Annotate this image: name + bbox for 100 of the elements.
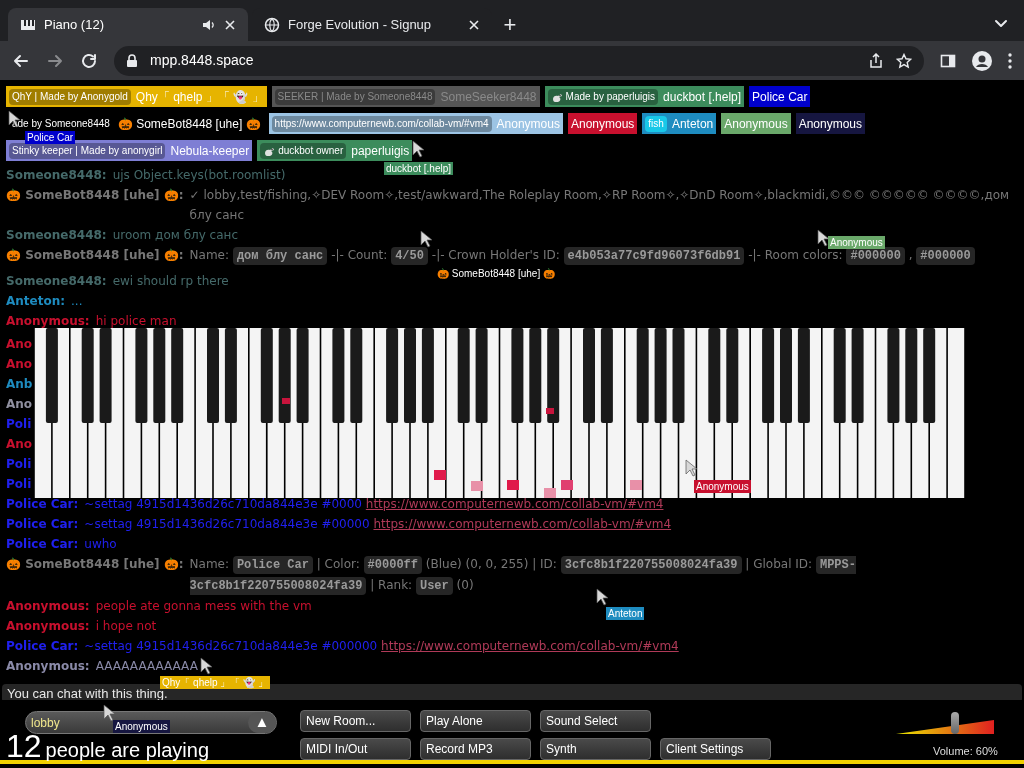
chat-username: Someone8448: xyxy=(6,167,107,184)
volume-thumb[interactable] xyxy=(950,712,959,734)
chat-username: Anonymous: xyxy=(6,598,90,615)
chat-username: Anonymous: xyxy=(6,618,90,635)
player-count: 12 xyxy=(6,732,42,760)
chat-username: Poli xyxy=(6,456,32,473)
chat-username: Someone8448: xyxy=(6,227,107,244)
cursor-name-tooltip: Anonymous xyxy=(113,720,170,733)
new-tab-button[interactable]: + xyxy=(496,8,524,41)
chat-username: Anteton: xyxy=(6,293,66,310)
reload-icon[interactable] xyxy=(80,51,98,70)
chat-username: Someone8448: xyxy=(6,273,107,290)
player-tag[interactable]: Anonymous xyxy=(795,113,865,134)
chat-username: Police Car: xyxy=(6,536,79,553)
profile-icon[interactable] xyxy=(972,50,992,71)
chevron-down-icon[interactable] xyxy=(994,19,1008,29)
chat-link[interactable]: https://www.computernewb.com/collab-vm/#vm4 xyxy=(373,517,672,531)
share-icon[interactable] xyxy=(868,52,884,69)
cursor-icon xyxy=(685,459,700,477)
chat-username: Ano xyxy=(6,356,33,373)
globe-icon xyxy=(264,16,280,33)
chat-message: ewi should rp there xyxy=(112,273,229,290)
chat-message: AAAAAAAAAAAA xyxy=(95,658,198,675)
menu-button[interactable]: New Room... xyxy=(300,710,411,732)
player-tag[interactable]: duckbot owner paperluigis xyxy=(257,140,413,161)
chat-username: 🎃 SomeBot8448 [uhe] 🎃: xyxy=(6,556,184,573)
player-tag[interactable]: https://www.computernewb.com/collab-vm/#vm4 Anonymous xyxy=(268,113,563,134)
chat-message: Name: Police Car | Color: #0000ff (Blue) (0, 0, 255) | ID: 3cfc8b1f220755008024fa39 | Global ID: MPPS-3cfc8b1f220755008024fa39 | Rank: User (0) xyxy=(189,555,857,596)
close-icon[interactable] xyxy=(468,18,480,31)
lock-icon[interactable] xyxy=(126,53,138,68)
star-icon[interactable] xyxy=(896,52,912,69)
piano-keyboard[interactable] xyxy=(34,328,965,498)
chat-username: Poli xyxy=(6,416,32,433)
player-badge: https://www.computernewb.com/collab-vm/#vm4 xyxy=(271,115,492,132)
room-toggle[interactable]: ▲ xyxy=(248,712,276,733)
cursor-icon xyxy=(412,140,427,158)
player-badge: Made by paperluigis xyxy=(547,88,659,105)
chat-username: Anb xyxy=(6,376,33,393)
tab-title: Piano (12) xyxy=(44,15,105,34)
chat-message: uwho xyxy=(84,536,117,553)
player-badge: fish xyxy=(645,115,667,132)
player-badge: QhY | Made by Anonygold xyxy=(9,88,131,105)
chat-link[interactable]: https://www.computernewb.com/collab-vm/#vm4 xyxy=(365,497,664,511)
chat-message: ujs Object.keys(bot.roomlist) xyxy=(112,167,286,184)
player-tag[interactable]: fish Anteton xyxy=(642,113,717,134)
player-tag[interactable]: Made by paperluigis duckbot [.help] xyxy=(544,86,745,107)
speaker-icon[interactable] xyxy=(202,17,216,32)
chat-username: Ano xyxy=(6,436,33,453)
chat-username: Ano xyxy=(6,336,33,353)
sidebar-icon[interactable] xyxy=(940,52,956,69)
menu-button[interactable]: Play Alone xyxy=(420,710,531,732)
chat-username: Anonymous: xyxy=(6,313,90,330)
menu-button[interactable]: Sound Select xyxy=(540,710,651,732)
chat-username: Ano xyxy=(6,396,33,413)
cursor-icon xyxy=(420,230,435,248)
chat-message: ~settag 4915d1436d26c710da844e3e #00000 https://www.computernewb.com/collab-vm/#vm4 xyxy=(84,516,672,533)
chat-username: Police Car: xyxy=(6,496,79,513)
chat-message: ~settag 4915d1436d26c710da844e3e #000000 https://www.computernewb.com/collab-vm/#vm4 xyxy=(84,638,679,655)
player-tag[interactable]: Anonymous xyxy=(567,113,638,134)
player-badge: SEEKER | Made by Someone8448 xyxy=(274,88,436,105)
chat-username: 🎃 SomeBot8448 [uhe] 🎃: xyxy=(6,187,184,204)
chat-username: Police Car: xyxy=(6,516,79,533)
chat-message: ~settag 4915d1436d26c710da844e3e #0000 https://www.computernewb.com/collab-vm/#vm4 xyxy=(84,496,664,513)
browser-tab[interactable]: Piano (12) xyxy=(8,8,248,41)
chat-message: ... xyxy=(71,293,83,310)
chat-username: Police Car: xyxy=(6,638,79,655)
chat-message: i hope not xyxy=(95,618,157,635)
menu-button[interactable]: Synth xyxy=(540,738,651,760)
tab-title: Forge Evolution - Signup xyxy=(288,15,433,34)
cursor-name-tooltip: Anonymous xyxy=(694,480,751,493)
chat-username: Anonymous: xyxy=(6,658,90,675)
chat-message: hi police man xyxy=(95,313,177,330)
player-count-label: people are playing xyxy=(45,739,210,761)
chat-message: uroom дом блу санс xyxy=(112,227,238,244)
chat-username: 🎃 SomeBot8448 [uhe] 🎃: xyxy=(6,247,184,264)
cursor-name-tooltip: Police Car xyxy=(25,131,76,144)
cursor-name-tooltip: Qhy「 qhelp 」「 👻 」 xyxy=(160,676,270,689)
cursor-icon xyxy=(103,704,118,722)
cursor-name-tooltip: 🎃 SomeBot8448 [uhe] 🎃 xyxy=(435,267,557,280)
cursor-icon xyxy=(200,657,215,675)
menu-button[interactable]: Record MP3 xyxy=(420,738,531,760)
more-icon[interactable] xyxy=(1008,52,1012,69)
cursor-icon xyxy=(596,588,611,606)
chat-message: ✓ lobby,test/fishing,✧DEV Room✧,test/awkward,The Roleplay Room,✧RP Room✧,✧DnD Room✧,blackmidi,©©© ©©©©© ©©©©,дом блу санс xyxy=(189,187,1011,224)
cursor-name-tooltip: Anteton xyxy=(606,607,645,620)
address-bar[interactable]: mpp.8448.space xyxy=(114,45,924,76)
player-tag[interactable]: Stinky keeper | Made by anonygirl Nebula-keeper xyxy=(6,140,253,161)
player-tag[interactable]: QhY | Made by Anonygold Qhy「 qhelp 」「 👻 」 xyxy=(6,86,267,107)
player-tag[interactable]: Police Car xyxy=(749,86,811,107)
chat-username: Poli xyxy=(6,476,32,493)
url-text: mpp.8448.space xyxy=(150,51,255,70)
volume-label: Volume: 60% xyxy=(933,744,998,759)
menu-button[interactable]: Client Settings xyxy=(660,738,771,760)
chat-link[interactable]: https://www.computernewb.com/collab-vm/#vm4 xyxy=(381,639,679,653)
close-icon[interactable] xyxy=(224,18,236,31)
player-badge: duckbot owner xyxy=(260,142,347,159)
player-badge: Stinky keeper | Made by anonygirl xyxy=(9,142,166,159)
chat-message: people ate gonna mess with the vm xyxy=(95,598,312,615)
cursor-name-tooltip: duckbot [.help] xyxy=(384,162,454,175)
menu-button[interactable]: MIDI In/Out xyxy=(300,738,411,760)
